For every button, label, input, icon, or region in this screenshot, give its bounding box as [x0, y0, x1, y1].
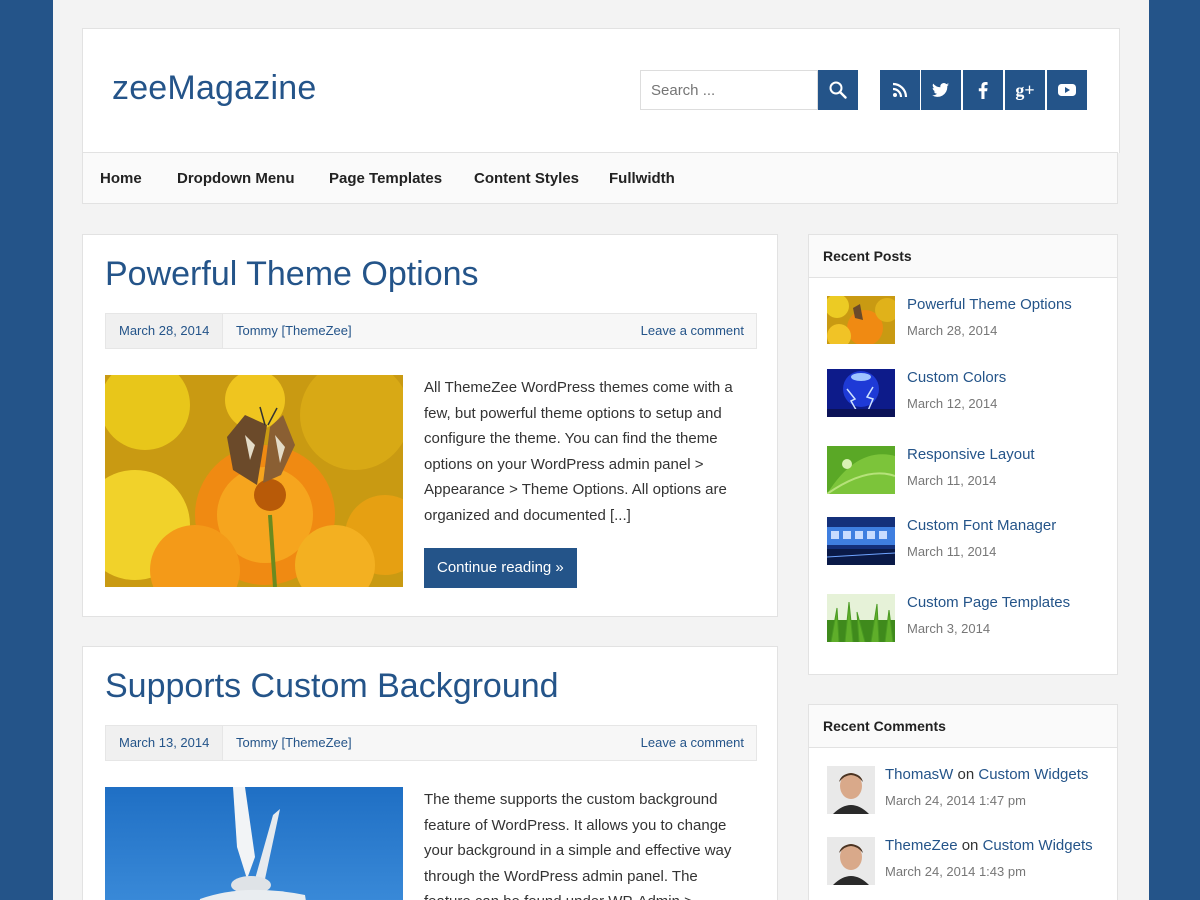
list-item: Powerful Theme Options March 28, 2014 [827, 296, 1107, 346]
recent-post-link[interactable]: Powerful Theme Options [907, 296, 1072, 313]
nav-item-page-templates[interactable]: Page Templates [329, 170, 442, 187]
comment-post-link[interactable]: Custom Widgets [978, 766, 1088, 783]
youtube-icon [1058, 84, 1076, 96]
comment-on-label: on [961, 837, 979, 854]
comment-post-link[interactable]: Custom Widgets [983, 837, 1093, 854]
search-button[interactable] [818, 70, 858, 110]
comment-on-label: on [957, 766, 975, 783]
post-article: Powerful Theme Options March 28, 2014 To… [82, 234, 778, 617]
avatar [827, 837, 875, 885]
post-title[interactable]: Powerful Theme Options [105, 255, 479, 294]
list-item: Responsive Layout March 11, 2014 [827, 446, 1107, 496]
post-meta: March 28, 2014 Tommy [ThemeZee] Leave a … [105, 313, 757, 349]
post-date[interactable]: March 28, 2014 [106, 314, 224, 348]
comment-date: March 24, 2014 1:43 pm [885, 864, 1026, 879]
nav-item-dropdown-menu[interactable]: Dropdown Menu [177, 170, 294, 187]
recent-posts-widget: Recent Posts Powerful Theme Options Marc… [808, 234, 1118, 675]
search-icon [829, 81, 847, 99]
youtube-button[interactable] [1047, 70, 1087, 110]
nav-item-home[interactable]: Home [100, 170, 142, 187]
post-thumbnail[interactable] [827, 369, 895, 417]
butterfly-flower-image [105, 375, 403, 587]
leaf-thumbnail-image [827, 446, 895, 494]
comment-author-link[interactable]: ThemeZee [885, 837, 958, 854]
google-plus-icon: g+ [1015, 79, 1035, 100]
google-plus-button[interactable]: g+ [1005, 70, 1045, 110]
rss-icon [892, 82, 908, 98]
wind-turbine-image [105, 787, 403, 900]
post-thumbnail[interactable] [105, 787, 403, 900]
recent-post-link[interactable]: Custom Colors [907, 369, 1006, 386]
twitter-button[interactable] [921, 70, 961, 110]
site-header: zeeMagazine g+ [82, 28, 1120, 153]
recent-comments-widget: Recent Comments ThomasW on Custom Widget… [808, 704, 1118, 900]
post-article: Supports Custom Background March 13, 201… [82, 646, 778, 900]
post-date[interactable]: March 13, 2014 [106, 726, 224, 760]
recent-post-link[interactable]: Custom Page Templates [907, 594, 1070, 611]
facebook-button[interactable] [963, 70, 1003, 110]
recent-post-date: March 28, 2014 [907, 323, 998, 338]
list-item: Custom Page Templates March 3, 2014 [827, 594, 1107, 644]
facebook-icon [978, 81, 988, 99]
grass-thumbnail-image [827, 594, 895, 642]
comment-date: March 24, 2014 1:47 pm [885, 793, 1026, 808]
list-item: ThomasW on Custom Widgets March 24, 2014… [827, 766, 1112, 816]
post-title[interactable]: Supports Custom Background [105, 667, 559, 706]
recent-post-date: March 12, 2014 [907, 396, 998, 411]
widget-title: Recent Comments [809, 705, 1117, 748]
recent-post-date: March 3, 2014 [907, 621, 991, 636]
avatar [827, 766, 875, 814]
post-author[interactable]: Tommy [ThemeZee] [236, 726, 352, 760]
leave-comment-link[interactable]: Leave a comment [641, 726, 744, 760]
comment-line: ThomasW on Custom Widgets [885, 766, 1088, 783]
comment-author-link[interactable]: ThomasW [885, 766, 953, 783]
twitter-icon [932, 83, 949, 97]
main-navigation: Home Dropdown Menu Page Templates Conten… [82, 152, 1118, 204]
post-author[interactable]: Tommy [ThemeZee] [236, 314, 352, 348]
post-thumbnail[interactable] [827, 517, 895, 565]
recent-post-date: March 11, 2014 [907, 473, 997, 488]
site-title[interactable]: zeeMagazine [112, 69, 316, 108]
leave-comment-link[interactable]: Leave a comment [641, 314, 744, 348]
post-meta: March 13, 2014 Tommy [ThemeZee] Leave a … [105, 725, 757, 761]
post-thumbnail[interactable] [827, 594, 895, 642]
recent-post-link[interactable]: Responsive Layout [907, 446, 1035, 463]
page-container: zeeMagazine g+ [53, 0, 1149, 900]
post-excerpt: All ThemeZee WordPress themes come with … [424, 379, 733, 524]
list-item: Custom Colors March 12, 2014 [827, 369, 1107, 419]
post-thumbnail[interactable] [105, 375, 403, 587]
train-station-thumbnail-image [827, 517, 895, 565]
post-excerpt: The theme supports the custom background… [424, 791, 732, 900]
widget-title: Recent Posts [809, 235, 1117, 278]
avatar-image [827, 837, 875, 885]
list-item: Custom Font Manager March 11, 2014 [827, 517, 1107, 567]
post-thumbnail[interactable] [827, 446, 895, 494]
recent-post-date: March 11, 2014 [907, 544, 997, 559]
nav-item-fullwidth[interactable]: Fullwidth [609, 170, 675, 187]
search-input[interactable] [640, 70, 818, 110]
post-thumbnail[interactable] [827, 296, 895, 344]
butterfly-thumbnail-image [827, 296, 895, 344]
comment-line: ThemeZee on Custom Widgets [885, 837, 1093, 854]
list-item: ThemeZee on Custom Widgets March 24, 201… [827, 837, 1112, 887]
lightning-thumbnail-image [827, 369, 895, 417]
continue-reading-button[interactable]: Continue reading » [424, 548, 577, 588]
avatar-image [827, 766, 875, 814]
rss-button[interactable] [880, 70, 920, 110]
recent-post-link[interactable]: Custom Font Manager [907, 517, 1056, 534]
nav-item-content-styles[interactable]: Content Styles [474, 170, 579, 187]
